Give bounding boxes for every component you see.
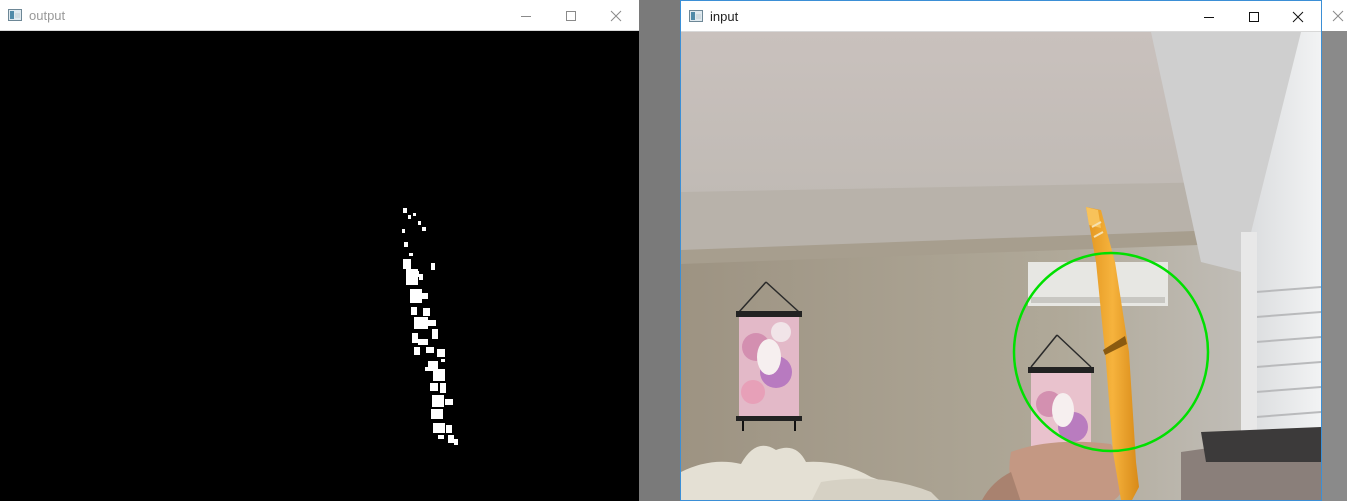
- camera-feed: [681, 32, 1321, 500]
- background-window-edge: [1322, 0, 1347, 501]
- mask-view: [0, 31, 639, 501]
- input-window-title: input: [710, 9, 739, 24]
- maximize-button[interactable]: [548, 0, 594, 31]
- output-titlebar[interactable]: output: [0, 0, 639, 31]
- camera-image: [681, 32, 1321, 500]
- app-icon: [8, 9, 22, 21]
- app-icon: [689, 10, 703, 22]
- minimize-icon: [1204, 16, 1214, 18]
- minimize-button[interactable]: [1186, 1, 1232, 32]
- close-button[interactable]: [1275, 1, 1321, 32]
- maximize-icon: [566, 10, 576, 21]
- minimize-icon: [521, 15, 531, 17]
- close-icon: [1292, 11, 1304, 22]
- close-icon: [1332, 10, 1344, 22]
- close-icon: [610, 10, 622, 21]
- maximize-icon: [1249, 11, 1259, 22]
- input-window[interactable]: input: [680, 0, 1322, 501]
- background-titlebar: [1322, 0, 1347, 31]
- output-window[interactable]: output: [0, 0, 639, 501]
- minimize-button[interactable]: [503, 0, 549, 31]
- maximize-button[interactable]: [1231, 1, 1277, 32]
- close-button[interactable]: [1332, 9, 1344, 27]
- input-titlebar[interactable]: input: [681, 1, 1321, 32]
- close-button[interactable]: [593, 0, 639, 31]
- output-window-title: output: [29, 8, 66, 23]
- mask-image: [402, 208, 458, 445]
